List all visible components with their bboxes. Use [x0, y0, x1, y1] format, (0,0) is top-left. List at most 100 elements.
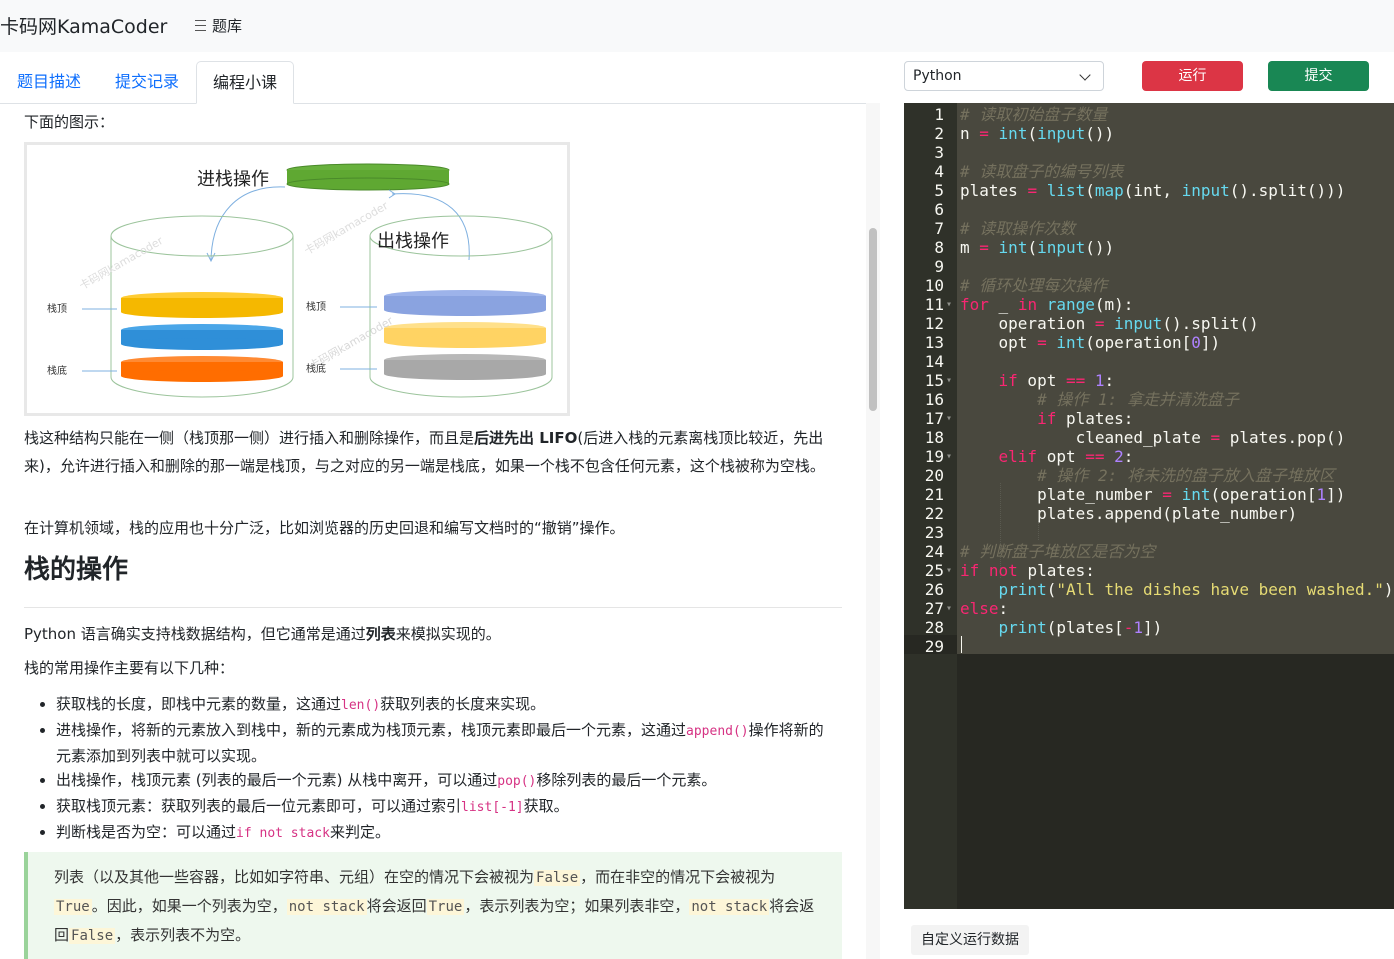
paragraph-python-list: Python 语言确实支持栈数据结构，但它通常是通过列表来模拟实现的。	[24, 625, 501, 643]
line-number: 24	[924, 542, 944, 561]
paragraph-applications: 在计算机领域，栈的应用也十分广泛，比如浏览器的历史回退和编写文档时的“撤销”操作…	[24, 519, 625, 537]
tab-description[interactable]: 题目描述	[1, 61, 97, 102]
code-line[interactable]: cleaned_plate = plates.pop()	[960, 428, 1346, 447]
stack-diagram-svg: 进栈操作 栈顶 栈底 出栈操作 栈顶 栈底 卡码网kamacoder 卡码网ka…	[47, 163, 553, 398]
code-line[interactable]: # 操作 2: 将未洗的盘子放入盘子堆放区	[960, 466, 1335, 485]
menu-icon	[195, 20, 206, 31]
push-label: 进栈操作	[197, 169, 269, 190]
paragraph-ops-intro: 栈的常用操作主要有以下几种：	[24, 659, 235, 677]
list-item: 判断栈是否为空：可以通过if not stack来判定。	[56, 820, 836, 846]
code-line[interactable]: if opt == 1:	[960, 371, 1115, 390]
code-line[interactable]: n = int(input())	[960, 124, 1114, 143]
code-line[interactable]: plates = list(map(int, input().split()))	[960, 181, 1345, 200]
fold-arrow-icon[interactable]: ▾	[946, 295, 952, 314]
section-divider	[24, 607, 842, 608]
code-line[interactable]: print("All the dishes have been washed."…	[960, 580, 1394, 599]
top-navbar: 卡码网KamaCoder 题库	[0, 0, 1394, 52]
line-number: 1	[934, 105, 944, 124]
right-top-label: 栈顶	[306, 300, 326, 313]
content-scrollbar-thumb[interactable]	[869, 228, 877, 411]
pop-label: 出栈操作	[377, 231, 449, 252]
line-number: 10	[924, 276, 944, 295]
list-item: 进栈操作，将新的元素放入到栈中，新的元素成为栈顶元素，栈顶元素即最后一个元素，这…	[56, 718, 836, 768]
code-line[interactable]: # 操作 1: 拿走并清洗盘子	[960, 390, 1239, 409]
submit-button[interactable]: 提交	[1268, 61, 1369, 91]
line-number: 14	[924, 352, 944, 371]
line-number: 25	[924, 561, 944, 580]
code-line[interactable]: m = int(input())	[960, 238, 1114, 257]
list-item: 获取栈顶元素：获取列表的最后一位元素即可，可以通过索引list[-1]获取。	[56, 794, 836, 820]
fold-arrow-icon[interactable]: ▾	[946, 561, 952, 580]
line-number: 15	[924, 371, 944, 390]
custom-input-button[interactable]: 自定义运行数据	[911, 925, 1029, 955]
list-item: 出栈操作，栈顶元素 (列表的最后一个元素) 从栈中离开，可以通过pop()移除列…	[56, 768, 836, 794]
code-line[interactable]: else:	[960, 599, 1008, 618]
tab-submissions[interactable]: 提交记录	[99, 61, 195, 102]
line-number: 13	[924, 333, 944, 352]
code-line[interactable]: if not plates:	[960, 561, 1095, 580]
line-number: 23	[924, 523, 944, 542]
line-number: 2	[934, 124, 944, 143]
section-title: 栈的操作	[24, 555, 129, 585]
figure-caption: 下面的图示：	[24, 113, 115, 131]
fold-arrow-icon[interactable]: ▾	[946, 599, 952, 618]
line-number: 8	[934, 238, 944, 257]
language-value: Python	[913, 68, 962, 84]
fold-arrow-icon[interactable]: ▾	[946, 447, 952, 466]
lesson-content: 下面的图示： 进栈操作 栈顶 栈底 出栈操作 栈顶 栈底 卡码网kamacode…	[24, 103, 842, 959]
code-editor[interactable]: 1 # 读取初始盘子数量 2 n = int(input()) 3 4 # 读取盘子的编号列…	[904, 103, 1394, 909]
code-line[interactable]: # 读取初始盘子数量	[960, 105, 1107, 124]
code-line[interactable]: plates.append(plate_number)	[960, 504, 1297, 523]
language-select[interactable]: Python	[904, 61, 1104, 91]
code-line[interactable]: for _ in range(m):	[960, 295, 1133, 314]
list-item: 获取栈的长度，即栈中元素的数量，这通过len()获取列表的长度来实现。	[56, 692, 836, 718]
line-number: 9	[934, 257, 944, 276]
line-number: 16	[924, 390, 944, 409]
line-number: 6	[934, 200, 944, 219]
line-number: 7	[934, 219, 944, 238]
line-number: 5	[934, 181, 944, 200]
problem-bank-label: 题库	[212, 17, 243, 35]
watermark-1: 卡码网kamacoder	[77, 234, 166, 293]
fold-arrow-icon[interactable]: ▾	[946, 409, 952, 428]
code-line[interactable]: elif opt == 2:	[960, 447, 1134, 466]
left-bottom-label: 栈底	[47, 364, 67, 377]
code-line[interactable]: # 判断盘子堆放区是否为空	[960, 542, 1155, 561]
code-line[interactable]: opt = int(operation[0])	[960, 333, 1221, 352]
line-number: 19	[924, 447, 944, 466]
watermark-3: 卡码网kamacoder	[307, 314, 396, 373]
problem-bank-link[interactable]: 题库	[195, 15, 242, 36]
operations-list: 获取栈的长度，即栈中元素的数量，这通过len()获取列表的长度来实现。 进栈操作…	[24, 692, 836, 846]
line-number: 11	[924, 295, 944, 314]
code-line[interactable]: # 读取盘子的编号列表	[960, 162, 1123, 181]
code-line[interactable]: plate_number = int(operation[1])	[960, 485, 1345, 504]
fold-arrow-icon[interactable]: ▾	[946, 371, 952, 390]
problem-tabs: 题目描述 提交记录 编程小课	[0, 61, 880, 104]
code-line[interactable]: if plates:	[960, 409, 1133, 428]
line-number: 29	[924, 637, 944, 656]
stack-diagram: 进栈操作 栈顶 栈底 出栈操作 栈顶 栈底 卡码网kamacoder 卡码网ka…	[24, 142, 570, 416]
code-line[interactable]: # 循环处理每次操作	[960, 276, 1107, 295]
note-blockquote: 列表（以及其他一些容器，比如如字符串、元组）在空的情况下会被视为 False ，而在…	[24, 852, 842, 959]
line-number: 3	[934, 143, 944, 162]
line-number: 17	[924, 409, 944, 428]
indent-guide	[1038, 521, 1039, 540]
tab-lesson[interactable]: 编程小课	[196, 61, 295, 104]
chevron-down-icon	[1079, 69, 1091, 81]
run-button[interactable]: 运行	[1142, 61, 1243, 91]
line-number: 18	[924, 428, 944, 447]
code-line[interactable]: print(plates[-1])	[960, 618, 1163, 637]
code-line[interactable]: # 读取操作次数	[960, 219, 1075, 238]
line-number: 27	[924, 599, 944, 618]
line-number: 28	[924, 618, 944, 637]
text-cursor	[961, 636, 962, 653]
line-number: 22	[924, 504, 944, 523]
line-number: 4	[934, 162, 944, 181]
line-number: 12	[924, 314, 944, 333]
line-number: 26	[924, 580, 944, 599]
brand-logo[interactable]: 卡码网KamaCoder	[0, 12, 167, 39]
code-line[interactable]: operation = input().split()	[960, 314, 1259, 333]
line-number: 21	[924, 485, 944, 504]
line-number: 20	[924, 466, 944, 485]
left-top-label: 栈顶	[47, 302, 67, 315]
